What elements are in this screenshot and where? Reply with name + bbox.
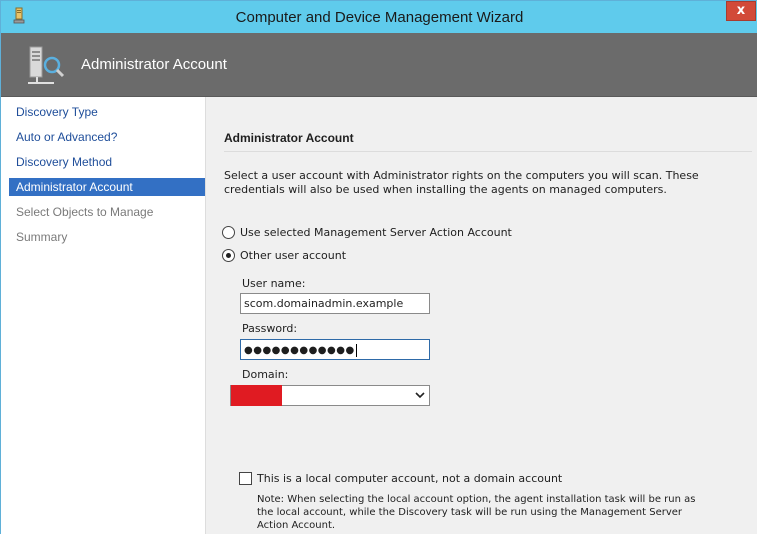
wizard-steps-sidebar: Discovery Type Auto or Advanced? Discove… bbox=[1, 97, 206, 534]
step-administrator-account[interactable]: Administrator Account bbox=[9, 178, 205, 196]
section-divider bbox=[224, 151, 752, 152]
local-account-checkbox-row[interactable]: This is a local computer account, not a … bbox=[239, 470, 562, 486]
password-value: ●●●●●●●●●●●● bbox=[244, 345, 355, 356]
radio-button[interactable] bbox=[222, 225, 235, 239]
step-discovery-method[interactable]: Discovery Method bbox=[9, 153, 205, 171]
radio-label: Other user account bbox=[240, 248, 347, 262]
step-auto-or-advanced[interactable]: Auto or Advanced? bbox=[9, 128, 205, 146]
domain-select[interactable] bbox=[230, 385, 430, 406]
step-discovery-type[interactable]: Discovery Type bbox=[9, 103, 205, 121]
username-field[interactable]: scom.domainadmin.example bbox=[240, 293, 430, 314]
radio-label: Use selected Management Server Action Ac… bbox=[240, 225, 512, 239]
local-account-checkbox[interactable] bbox=[239, 471, 252, 485]
redacted-region bbox=[231, 385, 282, 406]
text-caret bbox=[355, 343, 357, 357]
radio-button-selected[interactable] bbox=[222, 248, 235, 262]
close-button[interactable]: x bbox=[726, 1, 756, 21]
title-bar[interactable]: Computer and Device Management Wizard x bbox=[1, 1, 757, 33]
password-label: Password: bbox=[242, 322, 298, 335]
checkbox-label: This is a local computer account, not a … bbox=[257, 471, 563, 485]
username-label: User name: bbox=[242, 277, 306, 290]
page-header: Administrator Account bbox=[1, 33, 757, 97]
chevron-down-icon bbox=[415, 392, 425, 399]
step-select-objects: Select Objects to Manage bbox=[16, 205, 154, 219]
radio-other-account[interactable]: Other user account bbox=[222, 247, 346, 263]
main-content: Administrator Account Select a user acco… bbox=[206, 97, 757, 534]
note-text: Note: When selecting the local account o… bbox=[257, 494, 696, 531]
window-title: Computer and Device Management Wizard bbox=[235, 9, 524, 26]
wizard-window: Computer and Device Management Wizard x … bbox=[0, 0, 757, 534]
server-discovery-icon bbox=[28, 46, 65, 84]
domain-label: Domain: bbox=[242, 368, 289, 381]
password-field[interactable]: ●●●●●●●●●●●● bbox=[240, 339, 430, 360]
page-title: Administrator Account bbox=[81, 56, 227, 73]
radio-action-account[interactable]: Use selected Management Server Action Ac… bbox=[222, 224, 512, 240]
description-text: Select a user account with Administrator… bbox=[224, 169, 699, 196]
step-summary: Summary bbox=[16, 230, 68, 244]
section-title: Administrator Account bbox=[224, 131, 354, 145]
